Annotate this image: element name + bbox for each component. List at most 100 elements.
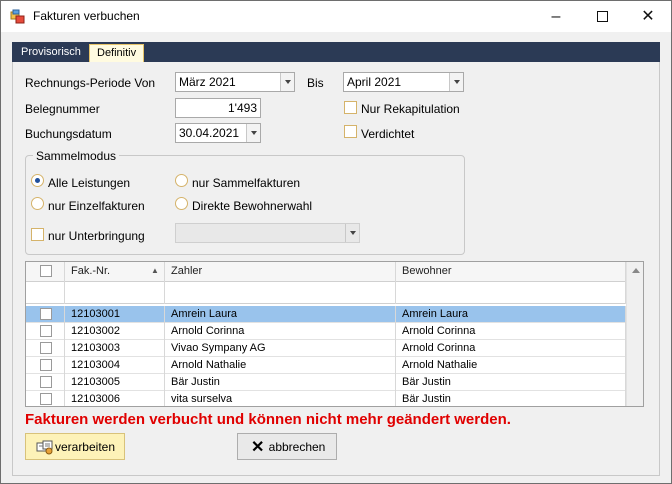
cell-bewohner: Arnold Corinna: [396, 323, 626, 340]
table-row[interactable]: 12103003 Vivao Sympany AG Arnold Corinna: [26, 340, 626, 357]
header-fak-nr[interactable]: Fak.-Nr. ▲: [65, 262, 165, 282]
maximize-button[interactable]: [579, 1, 625, 32]
belegnummer-input[interactable]: 1'493: [175, 98, 261, 118]
process-icon: [36, 440, 53, 455]
title-bar[interactable]: Fakturen verbuchen – ✕: [1, 1, 671, 32]
row-select-cell: [26, 374, 65, 391]
nur-rekapitulation-label: Nur Rekapitulation: [361, 102, 460, 116]
abbrechen-button[interactable]: ✕ abbrechen: [237, 433, 337, 460]
cell-zahler: Arnold Corinna: [165, 323, 396, 340]
warning-message: Fakturen werden verbucht und können nich…: [25, 411, 511, 428]
cell-fak-nr: 12103001: [65, 306, 165, 323]
belegnummer-label: Belegnummer: [25, 102, 100, 116]
filter-zahler[interactable]: [165, 282, 396, 304]
cell-zahler: vita surselva: [165, 391, 396, 406]
row-select-cell: [26, 340, 65, 357]
vertical-scrollbar[interactable]: [626, 262, 643, 406]
table-row[interactable]: 12103002 Arnold Corinna Arnold Corinna: [26, 323, 626, 340]
cell-fak-nr: 12103003: [65, 340, 165, 357]
cell-zahler: Bär Justin: [165, 374, 396, 391]
cell-fak-nr: 12103005: [65, 374, 165, 391]
select-all-checkbox[interactable]: [40, 265, 52, 277]
header-bewohner[interactable]: Bewohner: [396, 262, 626, 282]
chevron-down-icon[interactable]: [449, 73, 463, 91]
nur-sammelfakturen-label: nur Sammelfakturen: [192, 176, 301, 190]
tab-definitiv[interactable]: Definitiv: [89, 44, 145, 63]
close-button[interactable]: ✕: [625, 1, 671, 32]
radio-direkte-bewohnerwahl[interactable]: [175, 197, 188, 210]
verdichtet-label: Verdichtet: [361, 127, 415, 141]
row-checkbox[interactable]: [40, 325, 52, 337]
nur-einzelfakturen-label: nur Einzelfakturen: [48, 199, 145, 213]
calendar-dropdown-icon[interactable]: [246, 124, 260, 142]
verdichtet-checkbox[interactable]: [344, 125, 357, 138]
cell-fak-nr: 12103004: [65, 357, 165, 374]
verarbeiten-button[interactable]: verarbeiten: [25, 433, 125, 460]
cell-bewohner: Arnold Nathalie: [396, 357, 626, 374]
row-checkbox[interactable]: [40, 393, 52, 405]
nur-unterbringung-checkbox[interactable]: [31, 228, 44, 241]
nur-rekapitulation-checkbox[interactable]: [344, 101, 357, 114]
unterbringung-select[interactable]: [175, 223, 360, 243]
sort-ascending-icon: ▲: [151, 266, 159, 275]
cancel-x-icon: ✕: [251, 439, 265, 456]
app-icon: [10, 9, 25, 24]
table-row[interactable]: 12103001 Amrein Laura Amrein Laura: [26, 306, 626, 323]
grid-filter-row[interactable]: [26, 282, 626, 304]
table-row[interactable]: 12103004 Arnold Nathalie Arnold Nathalie: [26, 357, 626, 374]
scroll-up-icon[interactable]: [632, 268, 640, 273]
radio-nur-sammelfakturen[interactable]: [175, 174, 188, 187]
close-icon: ✕: [641, 8, 655, 25]
row-checkbox[interactable]: [40, 308, 52, 320]
periode-bis-select[interactable]: April 2021: [343, 72, 464, 92]
filter-cell: [26, 282, 65, 304]
cell-bewohner: Arnold Corinna: [396, 340, 626, 357]
periode-bis-value: April 2021: [347, 75, 402, 89]
row-select-cell: [26, 306, 65, 323]
maximize-icon: [596, 11, 608, 22]
sammelmodus-title: Sammelmodus: [33, 149, 120, 163]
cell-bewohner: Bär Justin: [396, 391, 626, 406]
header-zahler[interactable]: Zahler: [165, 262, 396, 282]
row-checkbox[interactable]: [40, 359, 52, 371]
minimize-button[interactable]: –: [533, 1, 579, 32]
row-select-cell: [26, 357, 65, 374]
buchungsdatum-label: Buchungsdatum: [25, 127, 112, 141]
header-fak-nr-label: Fak.-Nr.: [71, 265, 111, 277]
cell-fak-nr: 12103002: [65, 323, 165, 340]
filter-bewohner[interactable]: [396, 282, 626, 304]
header-select-all[interactable]: [26, 262, 65, 282]
cell-fak-nr: 12103006: [65, 391, 165, 406]
tab-strip: Provisorisch Definitiv: [12, 42, 660, 63]
table-row[interactable]: 12103006 vita surselva Bär Justin: [26, 391, 626, 406]
grid-header: Fak.-Nr. ▲ Zahler Bewohner: [26, 262, 626, 282]
bis-label: Bis: [307, 76, 324, 90]
cell-zahler: Arnold Nathalie: [165, 357, 396, 374]
cell-zahler: Vivao Sympany AG: [165, 340, 396, 357]
row-select-cell: [26, 391, 65, 406]
cell-bewohner: Amrein Laura: [396, 306, 626, 323]
dialog-window: Fakturen verbuchen – ✕ Provisorisch Defi…: [0, 0, 672, 484]
radio-nur-einzelfakturen[interactable]: [31, 197, 44, 210]
alle-leistungen-label: Alle Leistungen: [48, 176, 131, 190]
nur-unterbringung-label: nur Unterbringung: [48, 229, 145, 243]
row-checkbox[interactable]: [40, 342, 52, 354]
radio-alle-leistungen[interactable]: [31, 174, 44, 187]
row-checkbox[interactable]: [40, 376, 52, 388]
buchungsdatum-value: 30.04.2021: [179, 126, 240, 140]
fakturen-grid: Fak.-Nr. ▲ Zahler Bewohner 12103001 Amre…: [25, 261, 644, 407]
row-select-cell: [26, 323, 65, 340]
filter-fak-nr[interactable]: [65, 282, 165, 304]
periode-von-value: März 2021: [179, 75, 236, 89]
cell-bewohner: Bär Justin: [396, 374, 626, 391]
window-title: Fakturen verbuchen: [33, 9, 140, 23]
tab-provisorisch[interactable]: Provisorisch: [14, 44, 88, 62]
periode-von-select[interactable]: März 2021: [175, 72, 295, 92]
cell-zahler: Amrein Laura: [165, 306, 396, 323]
minimize-icon: –: [551, 8, 561, 25]
periode-label: Rechnungs-Periode Von: [25, 76, 156, 90]
chevron-down-icon[interactable]: [280, 73, 294, 91]
buchungsdatum-picker[interactable]: 30.04.2021: [175, 123, 261, 143]
chevron-down-icon[interactable]: [345, 224, 359, 242]
table-row[interactable]: 12103005 Bär Justin Bär Justin: [26, 374, 626, 391]
